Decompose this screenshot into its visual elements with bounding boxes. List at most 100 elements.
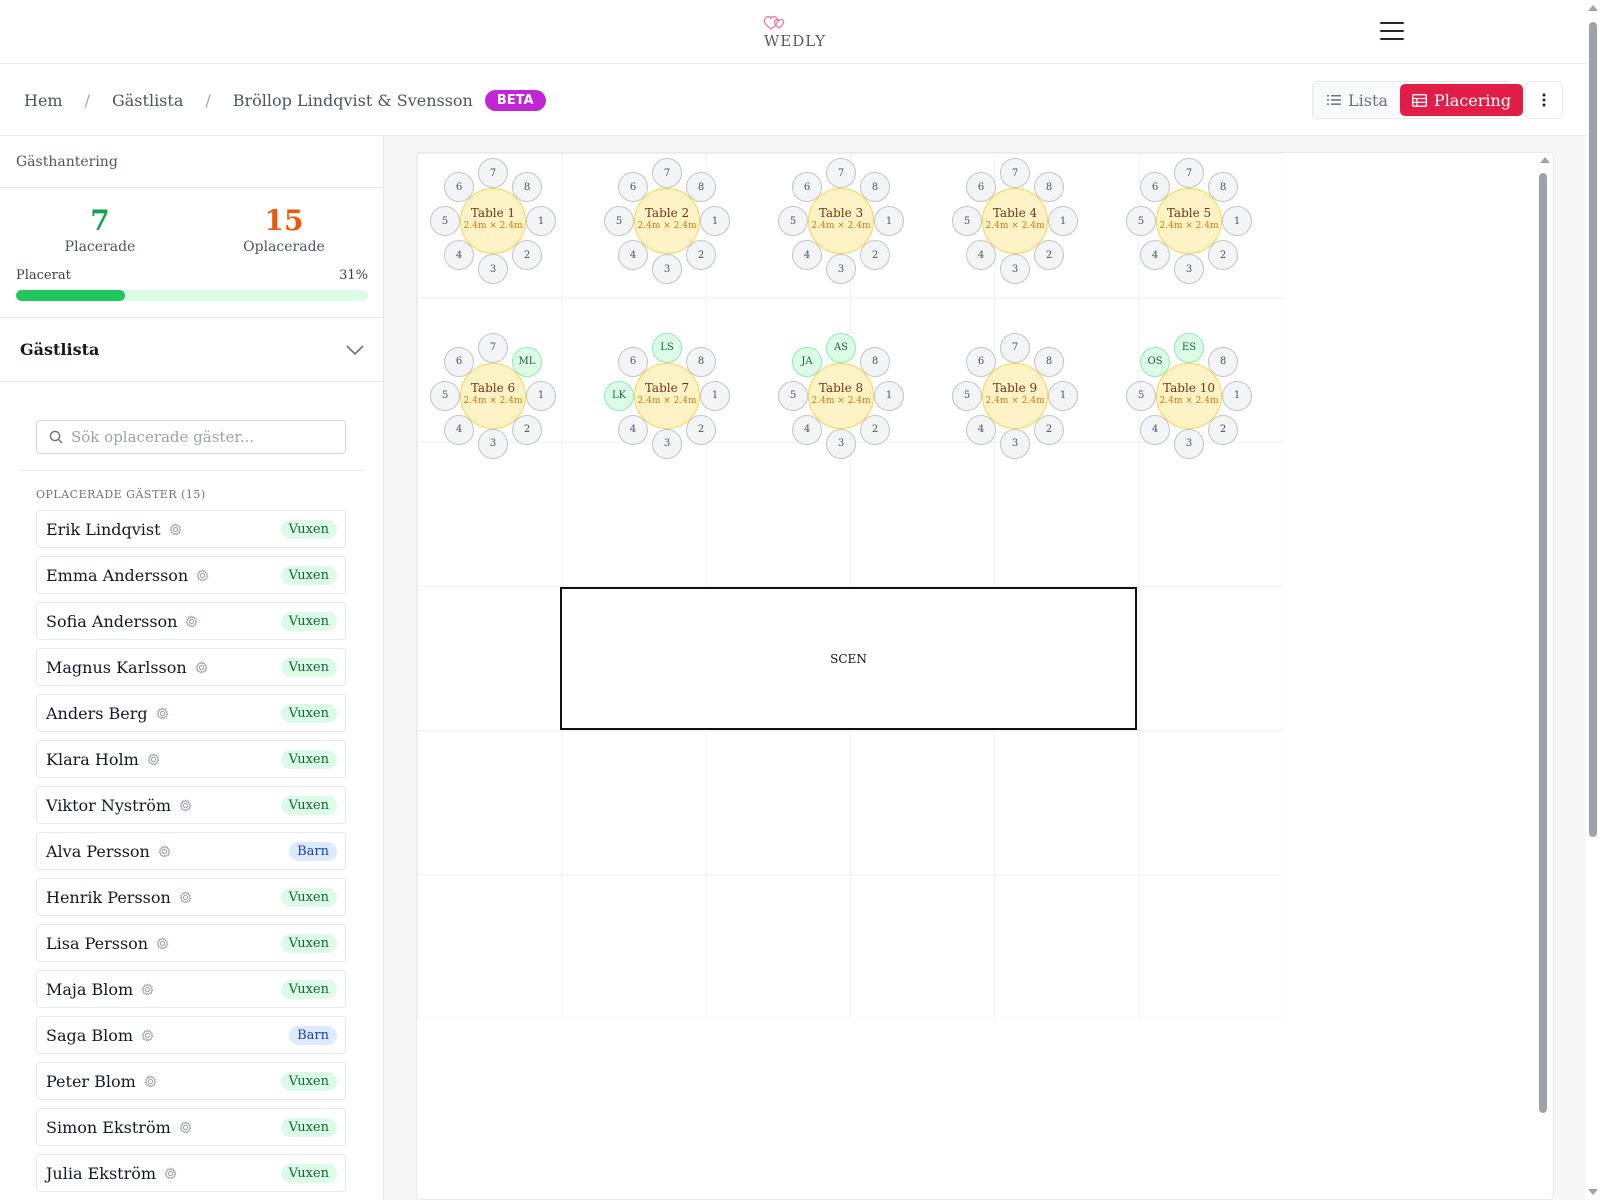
gear-icon[interactable] (141, 982, 154, 996)
seat[interactable]: 4 (792, 414, 822, 445)
seat[interactable]: 1 (1222, 206, 1252, 236)
seat[interactable]: 1 (1222, 380, 1252, 411)
seat[interactable]: 3 (826, 428, 856, 459)
more-options-button[interactable] (1525, 81, 1563, 119)
seat[interactable]: 3 (1000, 428, 1030, 459)
canvas-scroll-up-icon[interactable] (1540, 157, 1550, 163)
gear-icon[interactable] (147, 752, 160, 766)
seat[interactable]: 2 (1034, 240, 1064, 270)
seat[interactable]: ML (512, 346, 542, 377)
guest-item[interactable]: Alva Persson Barn (36, 832, 346, 870)
seat[interactable]: 3 (478, 428, 508, 459)
guest-item[interactable]: Sofia Andersson Vuxen (36, 602, 346, 640)
breadcrumb-home[interactable]: Hem (24, 91, 63, 110)
seat[interactable]: 2 (686, 414, 716, 445)
seat[interactable]: 2 (860, 240, 890, 270)
gear-icon[interactable] (141, 1028, 154, 1042)
canvas-scrollbar[interactable] (1539, 173, 1547, 1113)
seat[interactable]: 6 (444, 172, 474, 202)
seat[interactable]: 5 (430, 380, 460, 411)
seat[interactable]: 4 (618, 240, 648, 270)
breadcrumb-wedding[interactable]: Bröllop Lindqvist & Svensson (233, 91, 473, 110)
seat[interactable]: 1 (1048, 380, 1078, 411)
seat[interactable]: AS (826, 332, 856, 363)
seat[interactable]: 7 (478, 332, 508, 363)
gear-icon[interactable] (169, 522, 182, 536)
guest-item[interactable]: Klara Holm Vuxen (36, 740, 346, 778)
guest-item[interactable]: Viktor Nyström Vuxen (36, 786, 346, 824)
scroll-down-icon[interactable] (1588, 1189, 1598, 1195)
seat[interactable]: 8 (1034, 346, 1064, 377)
seat[interactable]: 6 (792, 172, 822, 202)
seat[interactable]: 6 (966, 346, 996, 377)
seat[interactable]: 2 (686, 240, 716, 270)
gear-icon[interactable] (156, 706, 169, 720)
seat[interactable]: 5 (1126, 380, 1156, 411)
seat[interactable]: 2 (1034, 414, 1064, 445)
guest-item[interactable]: Magnus Karlsson Vuxen (36, 648, 346, 686)
scroll-up-icon[interactable] (1588, 5, 1598, 11)
seat[interactable]: 7 (478, 158, 508, 188)
seat[interactable]: ES (1174, 332, 1204, 363)
seat[interactable]: 3 (826, 254, 856, 284)
seat[interactable]: 7 (652, 158, 682, 188)
guest-item[interactable]: Lisa Persson Vuxen (36, 924, 346, 962)
gear-icon[interactable] (179, 798, 192, 812)
seat[interactable]: 4 (1140, 240, 1170, 270)
gear-icon[interactable] (144, 1074, 157, 1088)
guest-item[interactable]: Henrik Persson Vuxen (36, 878, 346, 916)
list-view-button[interactable]: Lista (1315, 84, 1400, 116)
seat[interactable]: 4 (444, 240, 474, 270)
menu-icon[interactable] (1380, 22, 1404, 40)
guest-item[interactable]: Saga Blom Barn (36, 1016, 346, 1054)
seat[interactable]: 3 (1174, 428, 1204, 459)
seat[interactable]: 2 (1208, 240, 1238, 270)
seat[interactable]: 5 (604, 206, 634, 236)
seat[interactable]: 5 (952, 206, 982, 236)
gear-icon[interactable] (164, 1166, 177, 1180)
gear-icon[interactable] (179, 890, 192, 904)
seat[interactable]: 7 (826, 158, 856, 188)
guest-item[interactable]: Simon Ekström Vuxen (36, 1108, 346, 1146)
floor-plan-canvas[interactable]: SCEN Table 1 2.4m × 2.4m 1 2 3 4 5 6 7 8 Table 2 2.… (416, 152, 1554, 1200)
seat[interactable]: 7 (1000, 332, 1030, 363)
seat[interactable]: 5 (778, 206, 808, 236)
gear-icon[interactable] (158, 844, 171, 858)
seat[interactable]: 5 (778, 380, 808, 411)
seat[interactable]: 4 (1140, 414, 1170, 445)
stage[interactable]: SCEN (560, 587, 1137, 730)
seat[interactable]: 1 (700, 380, 730, 411)
seat[interactable]: 8 (1034, 172, 1064, 202)
gear-icon[interactable] (179, 1120, 192, 1134)
guestlist-toggle[interactable]: Gästlista (0, 318, 384, 382)
seat[interactable]: 1 (526, 380, 556, 411)
guest-item[interactable]: Peter Blom Vuxen (36, 1062, 346, 1100)
seat[interactable]: 6 (618, 346, 648, 377)
guest-item[interactable]: Emma Andersson Vuxen (36, 556, 346, 594)
seat[interactable]: 4 (618, 414, 648, 445)
seat[interactable]: 8 (686, 346, 716, 377)
seat[interactable]: 1 (874, 206, 904, 236)
seat[interactable]: 8 (860, 346, 890, 377)
seat[interactable]: 7 (1174, 158, 1204, 188)
seat[interactable]: JA (792, 346, 822, 377)
seat[interactable]: 6 (444, 346, 474, 377)
seat[interactable]: 1 (700, 206, 730, 236)
seat[interactable]: LS (652, 332, 682, 363)
seat[interactable]: 4 (792, 240, 822, 270)
seat[interactable]: 6 (966, 172, 996, 202)
page-scrollbar[interactable] (1586, 0, 1600, 1200)
seat[interactable]: 3 (478, 254, 508, 284)
gear-icon[interactable] (196, 568, 209, 582)
seat[interactable]: 4 (966, 414, 996, 445)
gear-icon[interactable] (156, 936, 169, 950)
seat[interactable]: 1 (1048, 206, 1078, 236)
seat[interactable]: 2 (860, 414, 890, 445)
seat[interactable]: 8 (686, 172, 716, 202)
guest-item[interactable]: Anders Berg Vuxen (36, 694, 346, 732)
seat[interactable]: 8 (512, 172, 542, 202)
placement-view-button[interactable]: Placering (1399, 84, 1524, 116)
seat[interactable]: 3 (1000, 254, 1030, 284)
gear-icon[interactable] (185, 614, 198, 628)
seat[interactable]: OS (1140, 346, 1170, 377)
